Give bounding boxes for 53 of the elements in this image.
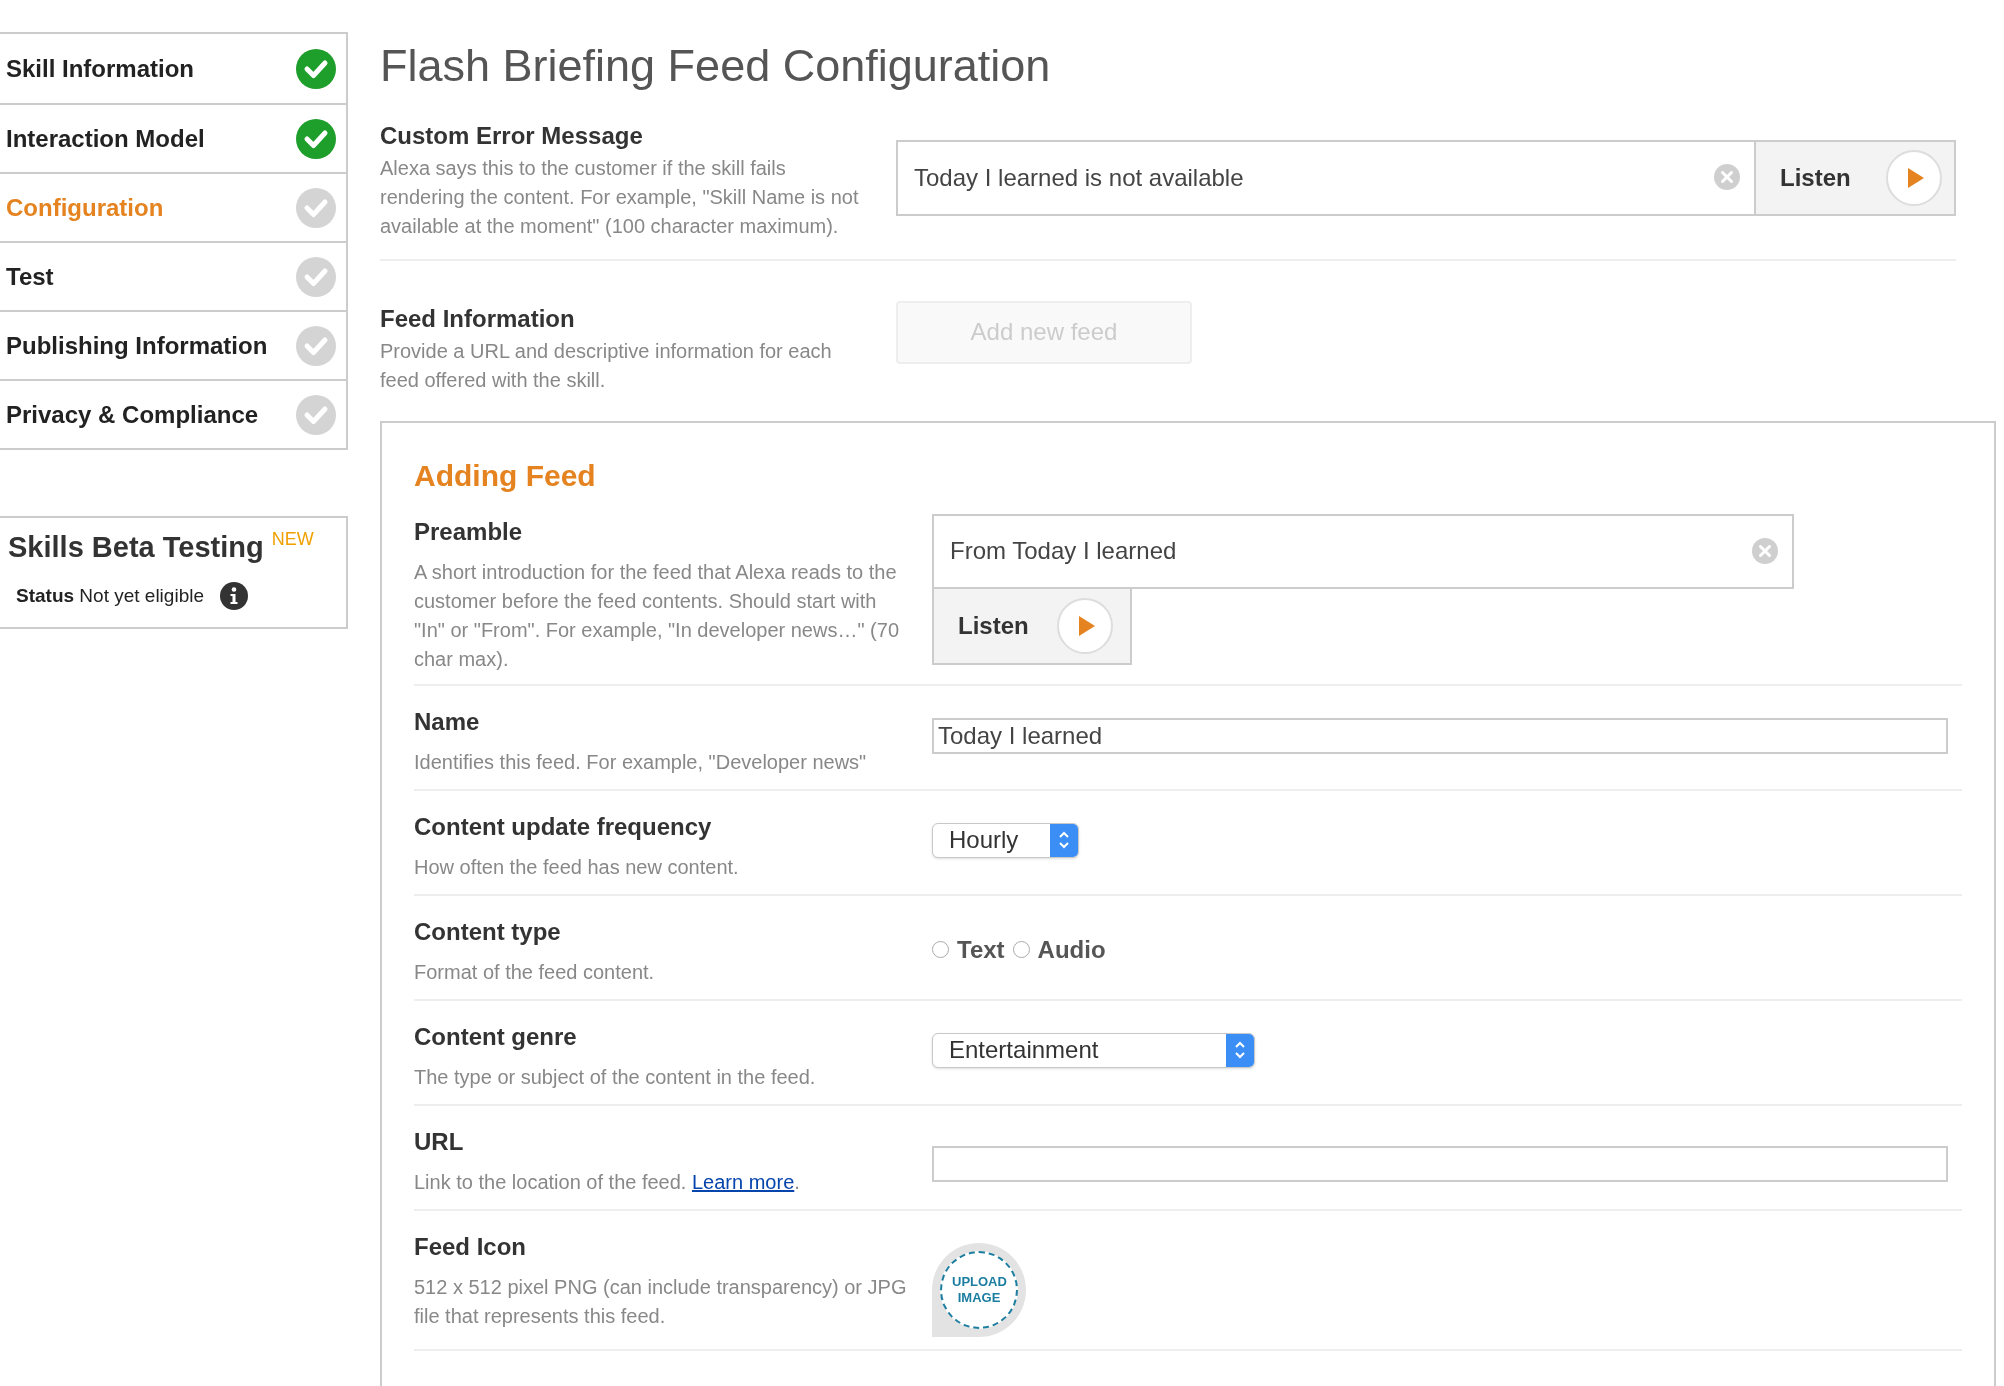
field-description: 512 x 512 pixel PNG (can include transparency) or JPG file that represents this feed. [414, 1274, 908, 1329]
step-item[interactable]: Publishing Information [0, 310, 346, 379]
play-icon [1056, 597, 1113, 654]
listen-button[interactable]: Listen [932, 588, 1132, 665]
section-description: Alexa says this to the customer if the skill fails rendering the content. For example, "Skill Name is not available at the moment" (100 character maximum). [380, 155, 860, 239]
field-description: Link to the location of the feed. Learn more. [414, 1169, 801, 1195]
select-arrows-icon [1050, 823, 1078, 857]
clear-icon[interactable] [1752, 537, 1778, 564]
url-field[interactable] [932, 1145, 1948, 1182]
field-label: Content genre [414, 1021, 578, 1052]
field-description: The type or subject of the content in the feed. [414, 1064, 817, 1090]
panel-heading: Adding Feed [414, 457, 597, 494]
clear-icon[interactable] [1714, 163, 1740, 190]
field-description: Format of the feed content. [414, 959, 656, 985]
checkmark-icon [296, 394, 336, 435]
checkmark-icon [296, 48, 336, 89]
preamble-field[interactable]: From Today I learned [932, 513, 1794, 589]
field-label: URL [414, 1126, 465, 1157]
select-arrows-icon [1226, 1033, 1254, 1067]
checkmark-icon [296, 256, 336, 297]
checkmark-icon [296, 325, 336, 366]
select-dropdown[interactable]: Entertainment [932, 1032, 1255, 1068]
field-description: Identifies this feed. For example, "Developer news" [414, 749, 868, 775]
step-item[interactable]: Privacy & Compliance [0, 379, 346, 448]
step-item[interactable]: Skill Information [0, 34, 346, 103]
step-item[interactable]: Test [0, 241, 346, 310]
section-description: Provide a URL and descriptive information for each feed offered with the skill. [380, 338, 833, 393]
field-label: Name [414, 706, 481, 737]
field-label: Feed Icon [414, 1231, 528, 1262]
field-description: A short introduction for the feed that Alexa reads to the customer before the feed contents. Should start with "In" or "From". For example, "In developer news…" (70 char max). [414, 559, 900, 672]
checkmark-icon [296, 118, 336, 159]
checkmark-icon [296, 187, 336, 228]
select-dropdown[interactable]: Hourly [932, 822, 1079, 858]
field-label: Content update frequency [414, 811, 713, 842]
new-label: NEW [271, 528, 314, 551]
status-text: Status Not yet eligible [16, 583, 204, 608]
listen-button[interactable]: Listen [1756, 139, 1956, 216]
section-label: Custom Error Message [380, 120, 644, 151]
field-description: How often the feed has new content. [414, 854, 740, 880]
name-field[interactable]: Today I learned [932, 717, 1948, 754]
info-icon[interactable] [220, 581, 248, 610]
panel-title: Skills Beta Testing [8, 530, 264, 565]
step-item[interactable]: Interaction Model [0, 103, 346, 172]
error-message-field[interactable]: Today I learned is not available [896, 139, 1756, 216]
radio-option[interactable]: Text [932, 931, 1005, 968]
radio-option[interactable]: Audio [1012, 931, 1106, 968]
upload-image-button[interactable]: UPLOAD IMAGE [932, 1242, 1026, 1337]
section-label: Feed Information [380, 303, 576, 334]
page-title: Flash Briefing Feed Configuration [380, 39, 1052, 93]
learn-more-link[interactable]: Learn more [692, 1170, 795, 1193]
field-label: Preamble [414, 516, 524, 547]
field-label: Content type [414, 916, 562, 947]
play-icon [1886, 149, 1942, 206]
